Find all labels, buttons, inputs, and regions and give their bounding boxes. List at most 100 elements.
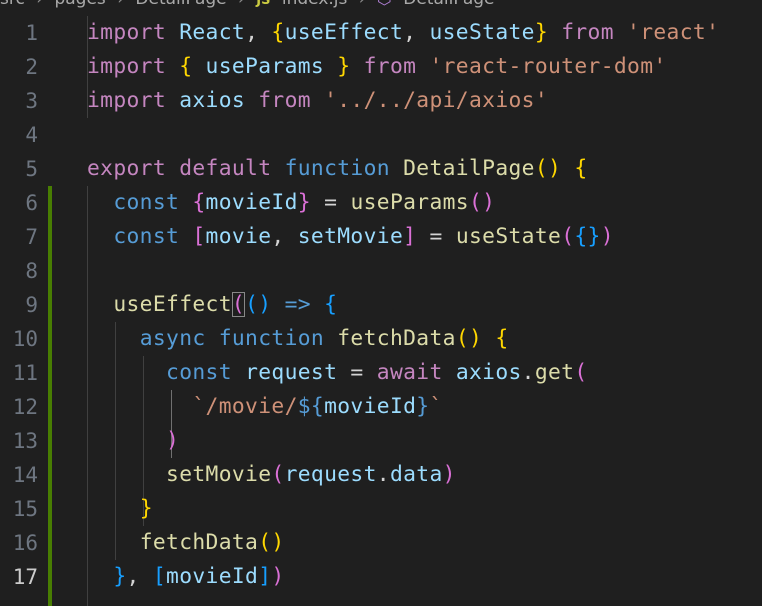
breadcrumb: src › pages › DetailPage › JS index.js ›… xyxy=(0,0,762,10)
breadcrumb-item-file[interactable]: index.js xyxy=(282,0,348,9)
code-token: {} xyxy=(574,224,601,249)
code-line[interactable]: 3 import axios from '../../api/axios' xyxy=(0,84,762,118)
breadcrumb-item-pages[interactable]: pages xyxy=(54,0,105,9)
code-token: from xyxy=(258,88,311,113)
line-number: 11 xyxy=(12,361,38,385)
code-line[interactable]: 15 } xyxy=(0,492,762,526)
code-token: export xyxy=(87,156,167,181)
code-token: { xyxy=(324,292,338,317)
code-line[interactable]: 4 xyxy=(0,118,762,152)
code-text[interactable]: const request = await axios.get( xyxy=(87,356,588,390)
code-token: () xyxy=(245,292,272,317)
line-number: 7 xyxy=(25,225,38,249)
line-number: 14 xyxy=(12,463,38,487)
code-line[interactable]: 5 export default function DetailPage() { xyxy=(0,152,762,186)
code-token: `/movie/ xyxy=(192,394,298,419)
code-token: import xyxy=(87,88,167,113)
code-text[interactable]: useEffect(() => { xyxy=(87,288,337,322)
code-token: ( xyxy=(271,462,285,487)
code-text[interactable]: fetchData() xyxy=(87,526,285,560)
breadcrumb-item-src[interactable]: src xyxy=(0,0,25,9)
code-token: axios xyxy=(179,88,246,113)
code-token: , xyxy=(245,20,272,45)
code-token: movieId xyxy=(324,394,417,419)
code-line[interactable]: 14 setMovie(request.data) xyxy=(0,458,762,492)
code-line[interactable]: 10 async function fetchData() { xyxy=(0,322,762,356)
code-token: async xyxy=(139,326,206,351)
code-line[interactable]: 12 `/movie/${movieId}` xyxy=(0,390,762,424)
code-text[interactable]: import React, {useEffect, useState} from… xyxy=(87,16,719,50)
code-text[interactable]: import { useParams } from 'react-router-… xyxy=(87,50,667,84)
code-token: DetailPage xyxy=(403,156,535,181)
code-token: import xyxy=(87,54,167,79)
code-token: ( xyxy=(561,224,575,249)
code-token: ${ xyxy=(297,394,325,419)
code-token: } xyxy=(113,564,127,589)
code-text[interactable]: setMovie(request.data) xyxy=(87,458,456,492)
code-line[interactable]: 7 const [movie, setMovie] = useState({}) xyxy=(0,220,762,254)
code-token: , xyxy=(403,20,430,45)
code-token: ) xyxy=(442,462,456,487)
line-number: 16 xyxy=(12,531,38,555)
code-text[interactable]: import axios from '../../api/axios' xyxy=(87,84,548,118)
code-token: { xyxy=(271,20,285,45)
code-line[interactable]: 9 useEffect(() => { xyxy=(0,288,762,322)
code-token: () xyxy=(455,326,483,351)
code-token: 'react' xyxy=(627,20,720,45)
line-number: 4 xyxy=(25,123,38,147)
line-number: 8 xyxy=(25,259,38,283)
code-token: ` xyxy=(429,394,443,419)
code-text[interactable]: const {movieId} = useParams() xyxy=(87,186,495,220)
code-token: useState xyxy=(455,224,562,249)
code-text[interactable]: }, [movieId]) xyxy=(87,560,285,594)
code-text[interactable]: async function fetchData() { xyxy=(87,322,509,356)
code-line[interactable]: 2 import { useParams } from 'react-router… xyxy=(0,50,762,84)
line-number: 2 xyxy=(25,55,38,79)
code-token: ] xyxy=(403,224,417,249)
code-editor[interactable]: 1 import React, {useEffect, useState} fro… xyxy=(0,16,762,606)
code-token: setMovie xyxy=(166,462,272,487)
line-number: 10 xyxy=(12,327,38,351)
code-token: movieId xyxy=(166,564,259,589)
code-token: const xyxy=(166,360,232,385)
code-token: } xyxy=(534,20,549,45)
code-text[interactable]: } xyxy=(87,492,153,526)
code-token: movieId xyxy=(205,190,298,215)
code-line[interactable]: 8 xyxy=(0,254,762,288)
chevron-right-icon: › xyxy=(117,0,124,9)
code-token: { xyxy=(179,54,193,79)
breadcrumb-item-detailpage-folder[interactable]: DetailPage xyxy=(135,0,226,9)
code-line[interactable]: 6 const {movieId} = useParams() xyxy=(0,186,762,220)
code-token: => xyxy=(284,292,311,317)
code-line[interactable]: 11 const request = await axios.get( xyxy=(0,356,762,390)
code-text[interactable]: const [movie, setMovie] = useState({}) xyxy=(87,220,614,254)
breadcrumb-item-symbol[interactable]: DetailPage xyxy=(403,0,494,9)
line-number: 17 xyxy=(12,565,38,589)
code-token: = xyxy=(337,360,377,385)
code-token: { xyxy=(495,326,509,351)
code-token: const xyxy=(113,190,180,215)
line-number: 1 xyxy=(25,21,38,45)
code-text[interactable]: `/movie/${movieId}` xyxy=(87,390,443,424)
code-text[interactable]: ) xyxy=(87,424,179,458)
code-token: request xyxy=(284,462,377,487)
code-token: . xyxy=(521,360,535,385)
code-line[interactable]: 1 import React, {useEffect, useState} fro… xyxy=(0,16,762,50)
code-text[interactable]: export default function DetailPage() { xyxy=(87,152,588,186)
code-line[interactable]: 13 ) xyxy=(0,424,762,458)
code-token: ) xyxy=(600,224,614,249)
code-line[interactable]: 16 fetchData() xyxy=(0,526,762,560)
code-line[interactable]: 17 }, [movieId]) xyxy=(0,560,762,594)
